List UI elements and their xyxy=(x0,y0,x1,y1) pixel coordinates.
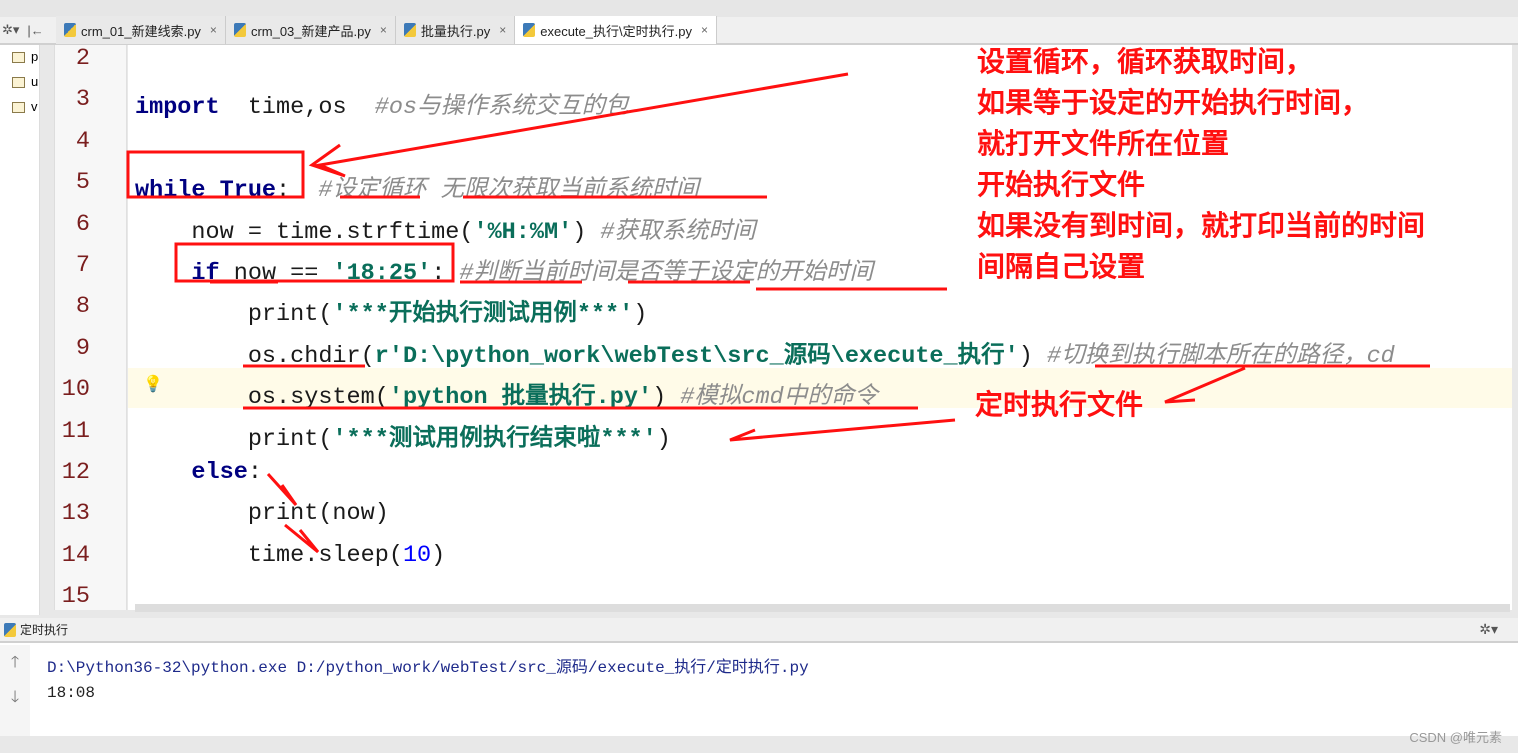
annotation-timed: 定时执行文件 xyxy=(975,389,1144,420)
annotation-text: 开始执行文件 xyxy=(977,169,1146,200)
arrow-to-line10 xyxy=(1164,366,1246,404)
annotation-text: 间隔自己设置 xyxy=(977,251,1146,282)
arrow-to-while xyxy=(308,72,849,178)
annotation-text: 就打开文件所在位置 xyxy=(977,128,1230,159)
arrow-to-print xyxy=(266,472,298,507)
while-box xyxy=(126,150,305,199)
annotation-text: 设置循环，循环获取时间， xyxy=(977,46,1314,77)
if-box xyxy=(174,242,455,283)
annotation-text: 如果没有到时间，就打印当前的时间 xyxy=(977,210,1426,241)
arrow-to-line11 xyxy=(729,418,956,442)
arrow-to-sleep xyxy=(284,523,320,554)
annotation-text: 如果等于设定的开始执行时间， xyxy=(977,87,1370,118)
